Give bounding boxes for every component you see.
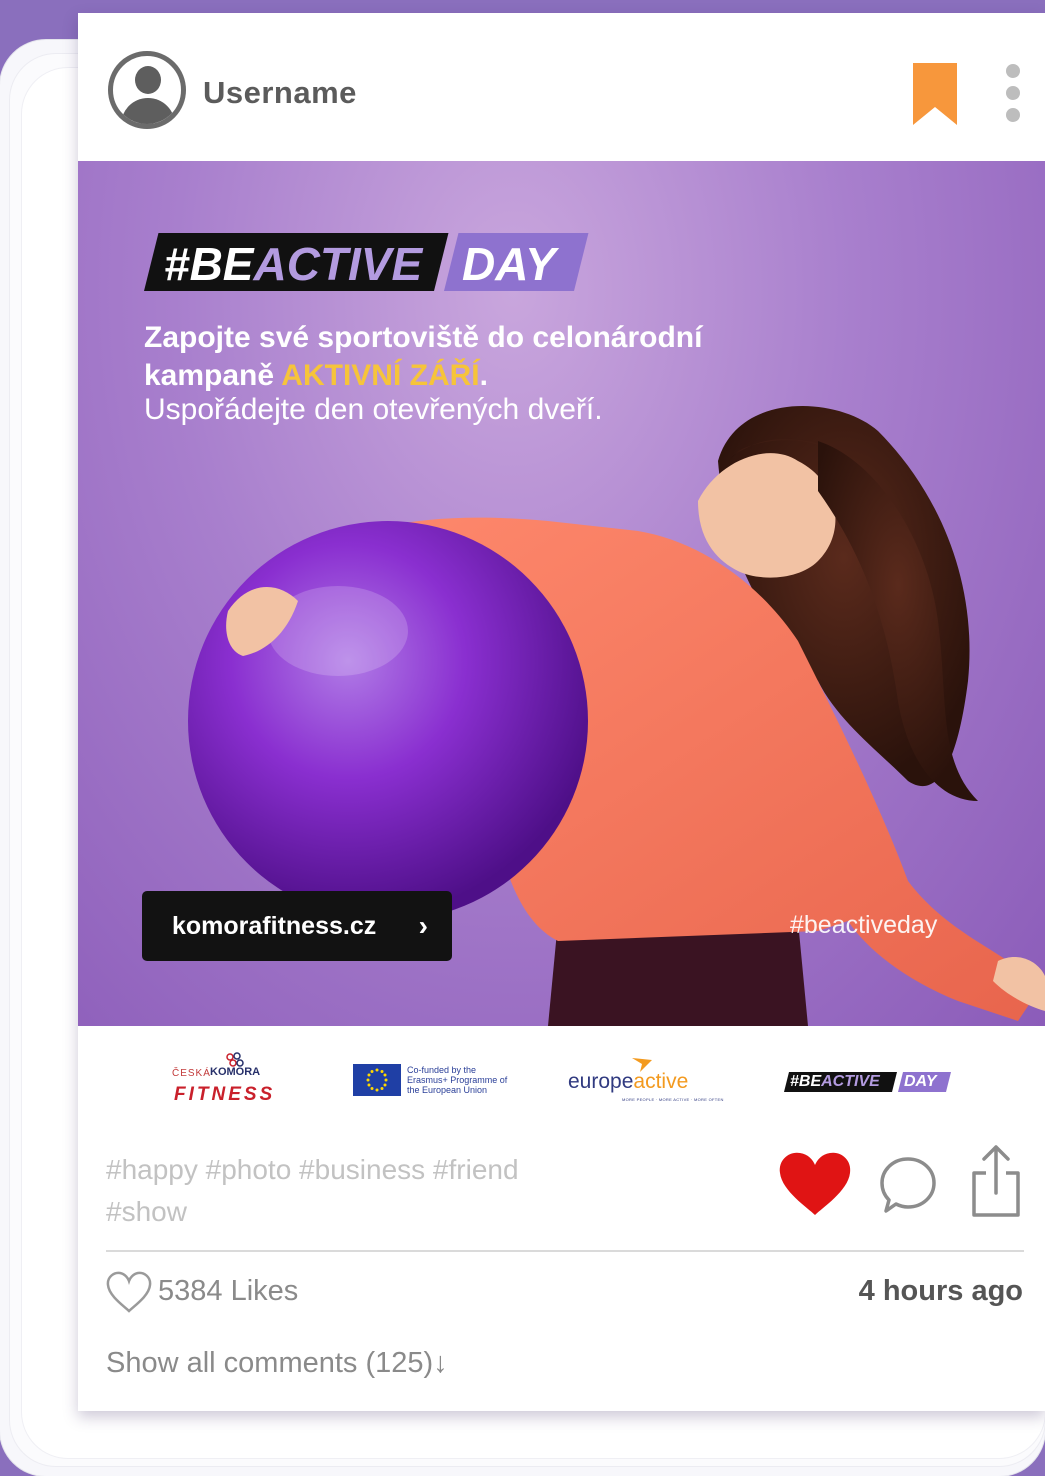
bookmark-icon[interactable] (913, 63, 957, 125)
komora-label: KOMORA (210, 1066, 261, 1078)
likes-count[interactable]: 5384 Likes (158, 1275, 298, 1308)
europeactive-logo: europeactive MORE PEOPLE · MORE ACTIVE ·… (568, 1056, 738, 1116)
beactive-part2: ACTIVE (821, 1073, 880, 1090)
show-comments-label: Show all comments (125) (106, 1347, 434, 1379)
website-button-label: komorafitness.cz (172, 912, 377, 940)
headline-highlight: AKTIVNÍ ZÁŘÍ (281, 359, 480, 392)
post-header: Username (78, 13, 1045, 161)
campaign-tag-part2: ACTIVE (253, 238, 423, 290)
arrow-down-icon: ↓ (433, 1347, 448, 1379)
erasmus-logo: Co-funded by the Erasmus+ Programme of t… (353, 1064, 513, 1098)
beactive-part1: #BE (790, 1073, 822, 1090)
headline-line2-suffix: . (479, 359, 488, 392)
share-icon[interactable] (968, 1143, 1024, 1219)
ceska-label: ČESKÁ (172, 1068, 211, 1079)
website-button[interactable]: komorafitness.cz › (142, 891, 452, 961)
eu-text: Co-funded by the Erasmus+ Programme of t… (407, 1065, 508, 1095)
photo-hashtag: #beactiveday (790, 911, 938, 939)
sponsor-logos: ČESKÁ KOMORA FITNESS Co-funded by the Er… (78, 1026, 1045, 1136)
eu-flag-icon (353, 1064, 401, 1096)
user-avatar-icon[interactable] (108, 51, 186, 129)
europeactive-prefix: europe (568, 1070, 634, 1093)
campaign-tag-part1: #BE (164, 238, 254, 290)
username[interactable]: Username (203, 75, 357, 111)
comment-bubble-icon[interactable] (878, 1155, 938, 1215)
headline: Zapojte své sportoviště do celonárodní k… (144, 319, 702, 395)
more-vertical-icon[interactable] (1003, 61, 1023, 125)
beactive-day: DAY (904, 1073, 937, 1090)
heart-outline-icon[interactable] (106, 1271, 152, 1313)
post-card: Username #BEACTIVE DAY Zapojte své sport… (78, 13, 1045, 1411)
subline: Uspořádejte den otevřených dveří. (144, 393, 603, 426)
chevron-right-icon: › (418, 910, 428, 941)
divider (106, 1250, 1024, 1252)
headline-line2-prefix: kampaně (144, 359, 282, 392)
post-time: 4 hours ago (858, 1275, 1023, 1307)
heart-filled-icon[interactable] (778, 1151, 852, 1217)
headline-line1: Zapojte své sportoviště do celonárodní (144, 321, 703, 354)
europeactive-tagline: MORE PEOPLE · MORE ACTIVE · MORE OFTEN (622, 1097, 724, 1102)
post-caption: #happy #photo #business #friend #show (106, 1154, 519, 1227)
fitness-label: FITNESS (174, 1084, 276, 1105)
campaign-tag-day: DAY (462, 238, 556, 290)
ceska-komora-fitness-logo: ČESKÁ KOMORA FITNESS (172, 1052, 292, 1112)
europeactive-suffix: active (633, 1070, 689, 1093)
show-comments-link[interactable]: Show all comments (125)↓ (106, 1347, 448, 1380)
post-image[interactable]: #BEACTIVE DAY Zapojte své sportoviště do… (78, 161, 1045, 1026)
